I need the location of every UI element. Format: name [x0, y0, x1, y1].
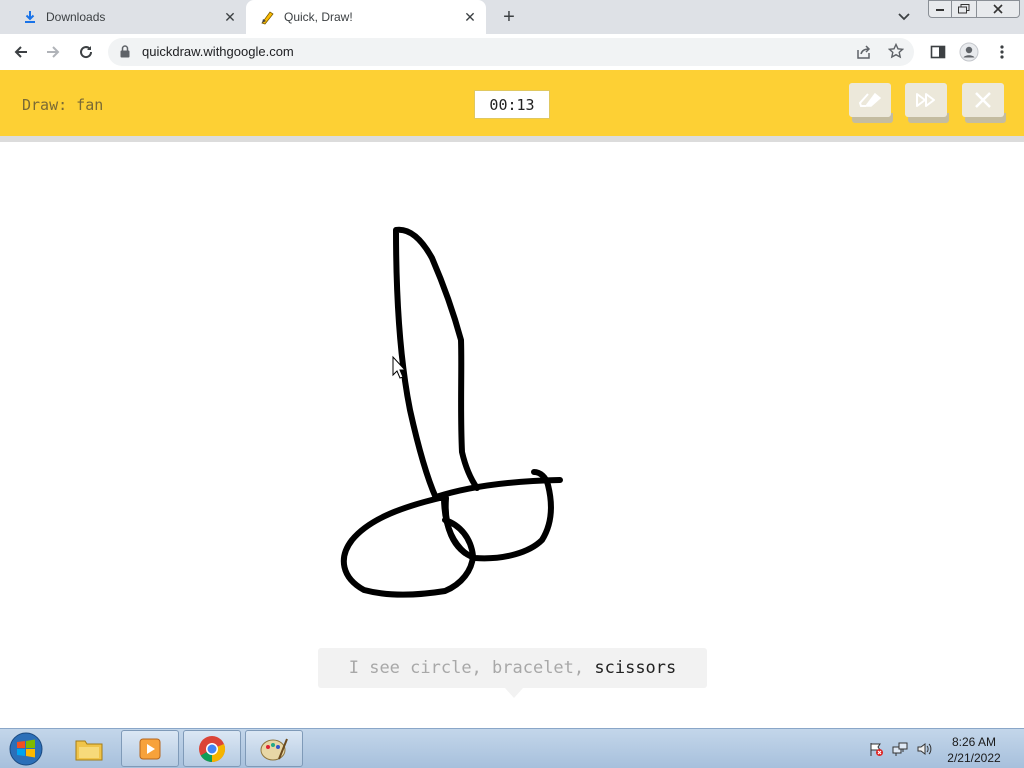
- taskbar: 8:26 AM 2/21/2022: [0, 728, 1024, 768]
- minimize-button[interactable]: [928, 0, 952, 18]
- skip-icon: [905, 83, 947, 117]
- quickdraw-favicon: [260, 9, 276, 25]
- close-tab-icon[interactable]: ✕: [460, 7, 480, 27]
- draw-prompt: Draw: fan: [22, 96, 104, 114]
- close-tab-icon[interactable]: ✕: [220, 7, 240, 27]
- eraser-icon: [849, 83, 891, 117]
- browser-toolbar: quickdraw.withgoogle.com: [0, 34, 1024, 70]
- tab-quick-draw[interactable]: Quick, Draw! ✕: [246, 0, 486, 34]
- windows-explorer-icon[interactable]: [60, 730, 118, 767]
- address-bar[interactable]: quickdraw.withgoogle.com: [108, 38, 914, 66]
- clear-button[interactable]: [849, 83, 893, 125]
- drawing-canvas[interactable]: [0, 142, 1024, 728]
- action-center-flag-icon[interactable]: [868, 741, 884, 757]
- tab-title: Downloads: [46, 10, 106, 24]
- tab-downloads[interactable]: Downloads ✕: [8, 0, 246, 34]
- windows-logo-icon: [9, 732, 43, 766]
- share-icon[interactable]: [856, 44, 872, 65]
- clock-time: 8:26 AM: [951, 735, 997, 749]
- drawing-stroke-bar: [433, 477, 563, 500]
- side-panel-icon[interactable]: [927, 41, 949, 63]
- new-tab-button[interactable]: +: [498, 6, 520, 28]
- close-icon: [962, 83, 1004, 117]
- clock-date: 2/21/2022: [947, 751, 1001, 765]
- drawing-stroke-blade: [393, 226, 480, 501]
- drawing-stroke-left-loop: [341, 494, 476, 598]
- ai-guess-bubble: I see circle, bracelet, scissors: [318, 648, 707, 688]
- lock-icon: [120, 45, 130, 63]
- download-icon: [22, 9, 38, 25]
- current-guess: scissors: [594, 658, 677, 678]
- timer: 00:13: [474, 90, 550, 119]
- paint-icon[interactable]: [245, 730, 303, 767]
- close-game-button[interactable]: [962, 83, 1006, 125]
- chrome-icon[interactable]: [183, 730, 241, 767]
- guess-history: I see circle, bracelet,: [348, 658, 595, 678]
- tab-search-chevron-icon[interactable]: [894, 8, 914, 26]
- tab-strip: Downloads ✕ Quick, Draw! ✕ +: [0, 0, 1024, 34]
- guess-bubble-tail: [505, 688, 523, 698]
- profile-avatar-icon[interactable]: [958, 41, 980, 63]
- reload-icon[interactable]: [75, 41, 97, 63]
- bookmark-star-icon[interactable]: [887, 42, 905, 64]
- media-player-icon[interactable]: [121, 730, 179, 767]
- skip-button[interactable]: [905, 83, 949, 125]
- url-text: quickdraw.withgoogle.com: [142, 44, 294, 59]
- window-close-button[interactable]: [976, 0, 1020, 18]
- start-button[interactable]: [4, 730, 48, 768]
- system-clock[interactable]: 8:26 AM 2/21/2022: [938, 734, 1010, 766]
- volume-icon[interactable]: [916, 741, 932, 757]
- game-header: Draw: fan 00:13: [0, 70, 1024, 136]
- restore-button[interactable]: [951, 0, 977, 18]
- user-drawing: [341, 226, 563, 598]
- network-icon[interactable]: [892, 741, 908, 757]
- forward-arrow-icon[interactable]: [42, 41, 64, 63]
- back-arrow-icon[interactable]: [10, 41, 32, 63]
- menu-kebab-icon[interactable]: [991, 41, 1013, 63]
- tab-title: Quick, Draw!: [284, 10, 353, 24]
